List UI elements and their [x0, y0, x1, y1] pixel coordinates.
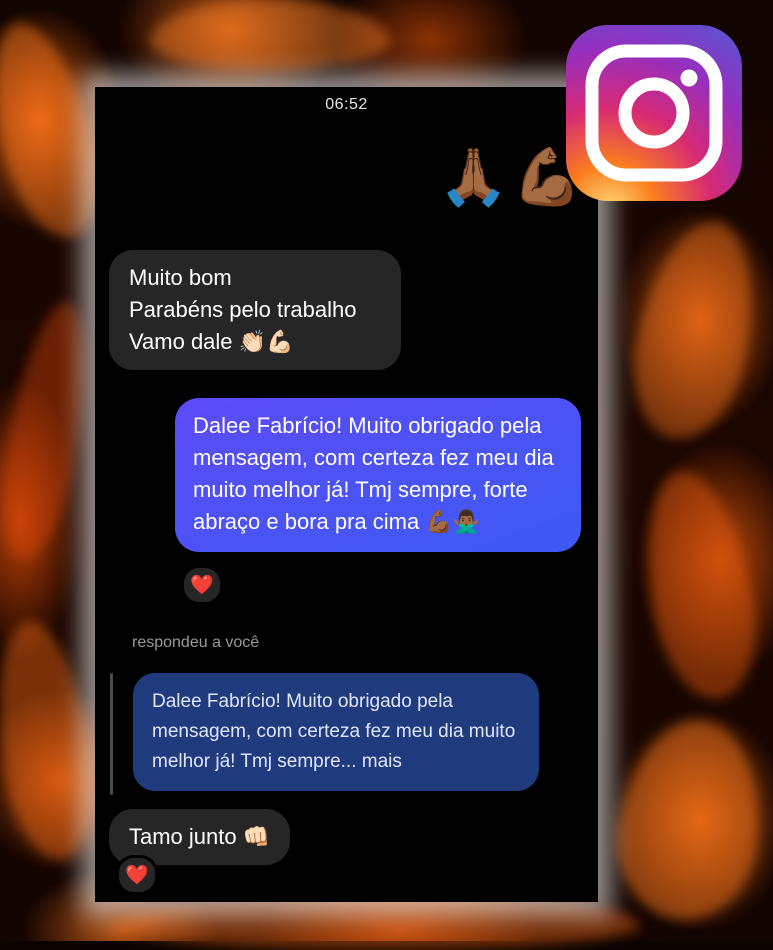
folded-hands-emoji: 🙏🏾 — [438, 145, 509, 208]
message-line: Parabéns pelo trabalho — [129, 297, 357, 322]
heart-icon: ❤️ — [125, 864, 149, 886]
received-message[interactable]: Muito bom Parabéns pelo trabalho Vamo da… — [109, 250, 401, 370]
reply-indicator-bar — [110, 673, 113, 795]
reply-message-text: Tamo junto 👊🏻 — [129, 824, 271, 849]
heart-icon: ❤️ — [190, 574, 214, 596]
status-time: 06:52 — [325, 96, 368, 113]
instagram-icon — [566, 25, 742, 201]
emoji-message[interactable]: 🙏🏾 💪🏾 — [439, 149, 582, 205]
message-line: Muito bom — [129, 265, 232, 290]
chat-screenshot: 06:52 🙏🏾 💪🏾 Muito bom Parabéns pelo trab… — [95, 87, 598, 902]
sent-message-text: Dalee Fabrício! Muito obrigado pela mens… — [193, 413, 554, 534]
heart-reaction[interactable]: ❤️ — [181, 565, 223, 605]
reply-label: respondeu a você — [132, 634, 260, 651]
heart-reaction[interactable]: ❤️ — [116, 855, 158, 895]
quoted-message[interactable]: Dalee Fabrício! Muito obrigado pela mens… — [133, 673, 539, 791]
quoted-message-text: Dalee Fabrício! Muito obrigado pela mens… — [152, 691, 516, 772]
sent-message[interactable]: Dalee Fabrício! Muito obrigado pela mens… — [175, 398, 581, 552]
message-line: Vamo dale 👏🏻💪🏻 — [129, 329, 294, 354]
